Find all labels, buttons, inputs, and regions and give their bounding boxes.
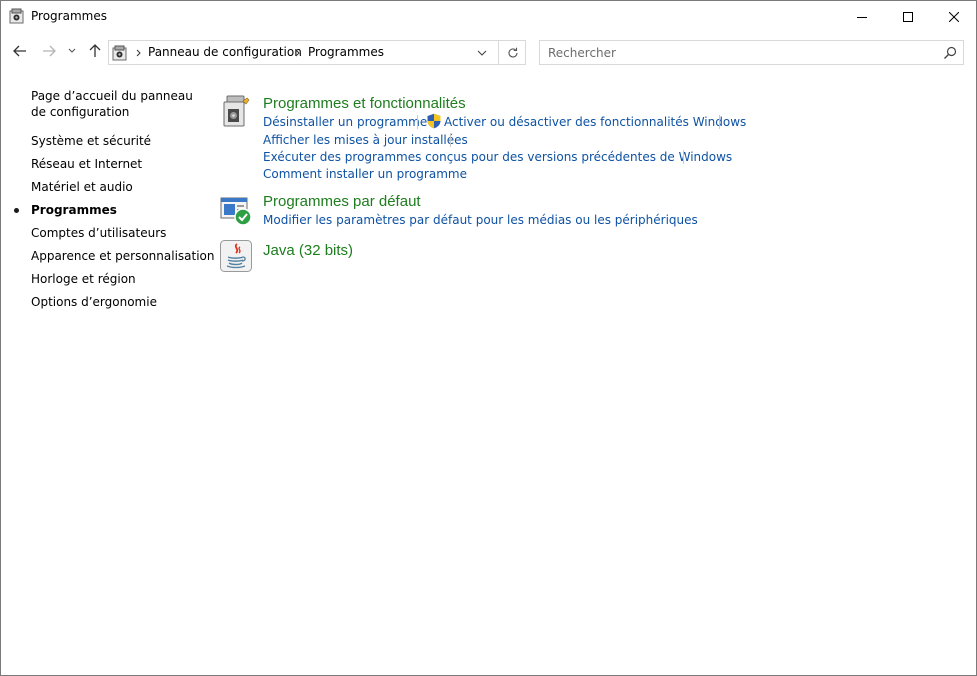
windows-features-link[interactable]: Activer ou désactiver des fonctionnalité… [444, 115, 746, 129]
chevron-down-icon [68, 48, 76, 53]
forward-button[interactable] [39, 41, 59, 61]
link-separator [417, 115, 418, 129]
arrow-up-icon [89, 44, 101, 57]
search-input[interactable] [540, 41, 935, 64]
close-button[interactable] [931, 1, 977, 32]
default-programs-icon[interactable] [219, 194, 253, 228]
sidebar-item-programs[interactable]: Programmes [31, 202, 117, 218]
category-title-programs-features[interactable]: Programmes et fonctionnalités [263, 95, 466, 112]
java-icon[interactable] [219, 239, 253, 273]
minimize-icon [857, 16, 867, 18]
chevron-right-icon [136, 49, 141, 57]
address-bar[interactable]: Panneau de configuration Programmes [108, 40, 526, 65]
title-bar[interactable]: Programmes [1, 1, 976, 32]
category-title-java[interactable]: Java (32 bits) [263, 242, 353, 259]
sidebar-item-system-security[interactable]: Système et sécurité [31, 133, 151, 149]
breadcrumb-programs[interactable]: Programmes [308, 45, 384, 59]
sidebar-item-clock-region[interactable]: Horloge et région [31, 271, 136, 287]
control-panel-icon [9, 8, 24, 24]
category-title-default-programs[interactable]: Programmes par défaut [263, 193, 421, 210]
control-panel-window: Programmes Panneau de configuration Prog… [0, 0, 977, 676]
recent-locations-button[interactable] [65, 41, 79, 61]
sidebar-item-network-internet[interactable]: Réseau et Internet [31, 156, 142, 172]
back-button[interactable] [10, 41, 30, 61]
search-icon[interactable] [942, 45, 958, 61]
default-media-settings-link[interactable]: Modifier les paramètres par défaut pour … [263, 213, 698, 227]
link-separator [450, 133, 451, 147]
arrow-left-icon [13, 45, 26, 57]
uac-shield-icon [427, 113, 441, 129]
sidebar-item-user-accounts[interactable]: Comptes d’utilisateurs [31, 225, 166, 241]
chevron-right-icon[interactable] [295, 49, 300, 57]
close-icon [949, 11, 959, 22]
control-panel-icon [112, 45, 127, 61]
installed-updates-link[interactable]: Afficher les mises à jour installées [263, 133, 468, 147]
breadcrumb-control-panel[interactable]: Panneau de configuration [148, 45, 302, 59]
search-box[interactable] [539, 40, 964, 65]
minimize-button[interactable] [839, 1, 885, 32]
address-dropdown-button[interactable] [471, 41, 493, 64]
maximize-icon [903, 11, 913, 22]
how-to-install-link[interactable]: Comment installer un programme [263, 167, 467, 181]
active-bullet-icon [14, 208, 19, 213]
sidebar-item-ease-of-access[interactable]: Options d’ergonomie [31, 294, 157, 310]
navigation-bar: Panneau de configuration Programmes [1, 32, 976, 72]
sidebar-item-hardware-sound[interactable]: Matériel et audio [31, 179, 133, 195]
program-compatibility-link[interactable]: Exécuter des programmes conçus pour des … [263, 150, 732, 164]
window-title: Programmes [31, 9, 107, 23]
up-button[interactable] [85, 41, 105, 61]
sidebar-item-home[interactable]: Page d’accueil du panneau de configurati… [31, 88, 201, 120]
link-separator [719, 115, 720, 129]
uninstall-program-link[interactable]: Désinstaller un programme [263, 115, 427, 129]
sidebar-item-appearance[interactable]: Apparence et personnalisation [31, 248, 215, 264]
refresh-icon [507, 47, 518, 57]
maximize-button[interactable] [885, 1, 931, 32]
refresh-button[interactable] [498, 41, 526, 64]
arrow-right-icon [43, 45, 56, 57]
programs-features-icon[interactable] [219, 94, 253, 128]
link-separator [683, 150, 684, 164]
chevron-down-icon [477, 50, 487, 56]
